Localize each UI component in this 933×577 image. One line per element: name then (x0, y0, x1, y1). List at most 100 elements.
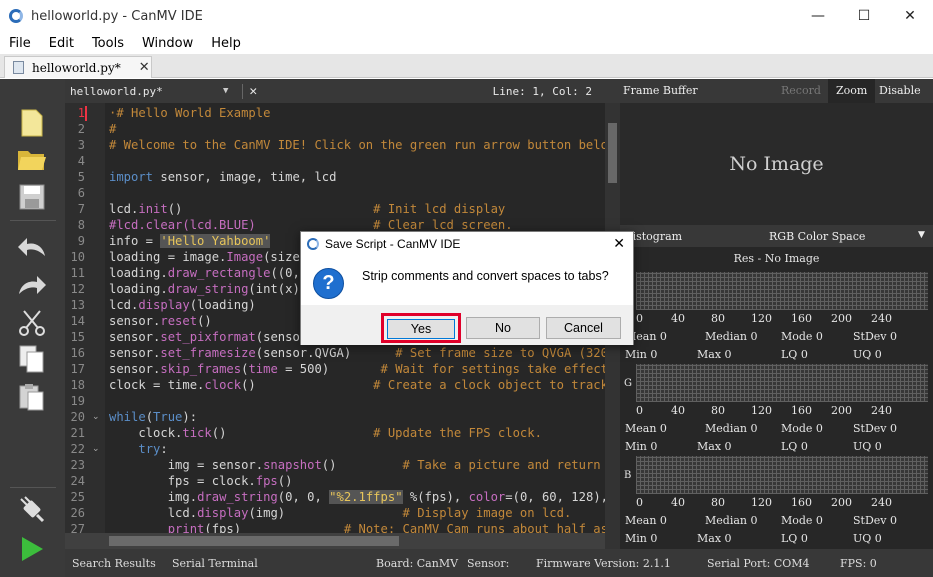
axis-tick-label: 40 (671, 496, 685, 509)
code-line[interactable]: print(fps) # Note: CanMV Cam runs about … (109, 522, 620, 533)
line-number: 15 (70, 330, 85, 344)
colorspace-chevron-icon[interactable]: ▼ (918, 230, 925, 240)
stat-stdev: StDev 0 (853, 330, 897, 343)
code-line[interactable]: img.draw_string(0, 0, "%2.1ffps" %(fps),… (109, 490, 620, 504)
serial-terminal-tab[interactable]: Serial Terminal (172, 557, 258, 570)
dialog-titlebar: Save Script - CanMV IDE ✕ (301, 232, 633, 256)
code-line[interactable]: ·# Hello World Example (109, 106, 270, 120)
open-folder-icon[interactable] (16, 143, 48, 175)
new-file-icon[interactable] (16, 107, 48, 139)
code-line[interactable]: try: (109, 442, 167, 456)
firmware-status: Firmware Version: 2.1.1 (536, 557, 671, 570)
menu-bar: File Edit Tools Window Help (0, 32, 933, 54)
connect-icon[interactable] (16, 494, 48, 526)
paste-icon[interactable] (16, 381, 48, 413)
axis-tick-label: 0 (636, 312, 643, 325)
axis-tick-label: 200 (831, 496, 852, 509)
menu-tools[interactable]: Tools (83, 36, 133, 51)
line-number: 8 (77, 218, 85, 232)
stat-max: Max 0 (697, 532, 732, 545)
code-line[interactable]: lcd.display(loading) (109, 298, 256, 312)
code-line[interactable]: sensor.reset() (109, 314, 212, 328)
maximize-button[interactable]: ☐ (841, 0, 887, 32)
code-line[interactable]: # Welcome to the CanMV IDE! Click on the… (109, 138, 620, 152)
code-line[interactable]: lcd.init() # Init lcd display (109, 202, 505, 216)
dialog-title: Save Script - CanMV IDE (325, 237, 461, 251)
code-line[interactable]: sensor.skip_frames(time = 500) # Wait fo… (109, 362, 615, 376)
window-title: helloworld.py - CanMV IDE (31, 8, 203, 24)
record-button[interactable]: Record (781, 84, 821, 97)
close-tab-button[interactable]: ✕ (139, 60, 150, 75)
axis-tick-label: 200 (831, 312, 852, 325)
line-number: 4 (77, 154, 85, 168)
stat-lq: LQ 0 (781, 440, 808, 453)
axis-tick-label: 0 (636, 404, 643, 417)
close-editor-button[interactable]: ✕ (242, 83, 257, 99)
line-number: 10 (70, 250, 85, 264)
line-number: 18 (70, 378, 85, 392)
axis-tick-label: 120 (751, 496, 772, 509)
menu-help[interactable]: Help (202, 36, 250, 51)
code-line[interactable]: info = 'Hello Yahboom' (109, 234, 271, 248)
redo-icon[interactable] (16, 269, 48, 301)
fold-toggle-icon[interactable]: ⌄ (92, 412, 100, 422)
search-results-tab[interactable]: Search Results (72, 557, 156, 570)
zoom-button[interactable]: Zoom (828, 79, 876, 103)
dialog-close-button[interactable]: ✕ (613, 235, 625, 252)
line-number: 1 (77, 106, 85, 120)
menu-window[interactable]: Window (133, 36, 202, 51)
current-line-marker (85, 106, 87, 121)
tab-helloworld[interactable]: helloworld.py* ✕ (4, 56, 152, 78)
stat-median: Median 0 (705, 330, 758, 343)
code-line[interactable]: img = sensor.snapshot() # Take a picture… (109, 458, 620, 472)
code-line[interactable]: clock = time.clock() # Create a clock ob… (109, 378, 620, 392)
frame-buffer-header: Frame Buffer Record Zoom Disable (620, 79, 933, 103)
line-number: 7 (77, 202, 85, 216)
question-icon: ? (313, 268, 344, 299)
cancel-button[interactable]: Cancel (546, 317, 621, 339)
stat-median: Median 0 (705, 422, 758, 435)
board-status: Board: CanMV (376, 557, 459, 570)
horizontal-scrollbar[interactable] (65, 533, 605, 549)
no-image-text: No Image (729, 153, 824, 175)
histogram-plot-b (636, 456, 928, 494)
colorspace-select[interactable]: RGB Color Space (769, 230, 865, 243)
cut-icon[interactable] (16, 307, 48, 339)
line-number: 14 (70, 314, 85, 328)
code-line[interactable]: fps = clock.fps() (109, 474, 293, 488)
stat-lq: LQ 0 (781, 532, 808, 545)
code-line[interactable]: sensor.set_framesize(sensor.QVGA) # Set … (109, 346, 620, 360)
fold-toggle-icon[interactable]: ⌄ (92, 444, 100, 454)
line-number: 21 (70, 426, 85, 440)
code-line[interactable]: #lcd.clear(lcd.BLUE) # Clear lcd screen. (109, 218, 513, 232)
minimize-button[interactable]: — (795, 0, 841, 32)
line-number: 22 (70, 442, 85, 456)
dialog-button-row: Yes No Cancel (301, 305, 633, 345)
window-titlebar: helloworld.py - CanMV IDE — ☐ ✕ (0, 0, 933, 32)
stat-min: Min 0 (625, 532, 658, 545)
channel-label: G (624, 378, 632, 389)
code-line[interactable]: lcd.display(img) # Display image on lcd. (109, 506, 572, 520)
yes-button[interactable]: Yes (387, 319, 455, 339)
close-window-button[interactable]: ✕ (887, 0, 933, 32)
undo-icon[interactable] (16, 231, 48, 263)
run-icon[interactable] (16, 533, 48, 565)
code-line[interactable]: import sensor, image, time, lcd (109, 170, 336, 184)
menu-edit[interactable]: Edit (40, 36, 83, 51)
line-number: 11 (70, 266, 85, 280)
menu-file[interactable]: File (0, 36, 40, 51)
save-icon[interactable] (16, 181, 48, 213)
code-line[interactable]: clock.tick() # Update the FPS clock. (109, 426, 542, 440)
cursor-position: Line: 1, Col: 2 (492, 84, 592, 98)
line-number: 25 (70, 490, 85, 504)
copy-icon[interactable] (16, 343, 48, 375)
histogram-plot-r (636, 272, 928, 310)
code-line[interactable]: while(True): (109, 410, 197, 424)
code-line[interactable]: # (109, 122, 116, 136)
no-button[interactable]: No (466, 317, 540, 339)
line-number: 17 (70, 362, 85, 376)
disable-button[interactable]: Disable (879, 84, 921, 97)
stat-uq: UQ 0 (853, 532, 882, 545)
chevron-down-icon[interactable]: ▼ (223, 86, 228, 96)
canmv-logo-icon (307, 238, 319, 250)
